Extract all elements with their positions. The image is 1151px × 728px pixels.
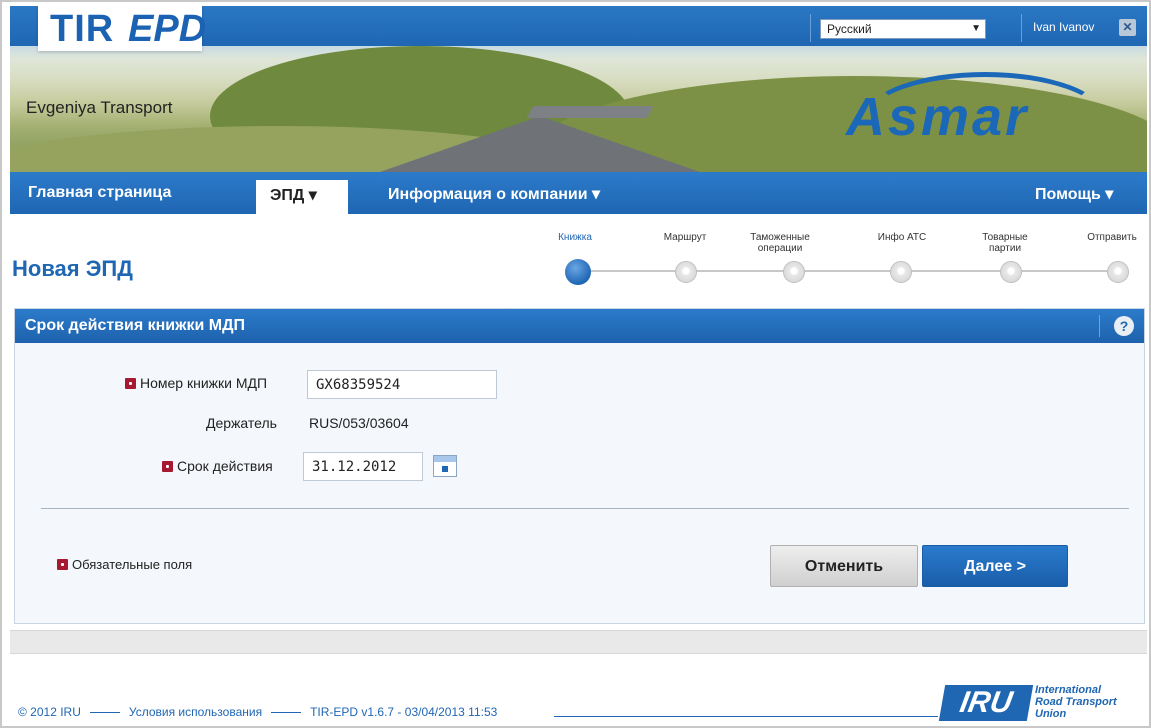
required-icon <box>57 559 68 570</box>
nav-home[interactable]: Главная страница <box>28 184 171 202</box>
app-window: TIR EPD Русский ▼ Ivan Ivanov ✕ Evgeniya… <box>0 0 1151 728</box>
book-number-label: Номер книжки МДП <box>125 375 267 391</box>
step-label-goods: Товарные партии <box>982 232 1028 254</box>
book-number-label-text: Номер книжки МДП <box>140 375 268 391</box>
footer-dash <box>271 712 302 714</box>
validity-date-input[interactable]: 31.12.2012 <box>303 452 423 481</box>
validity-label: Срок действия <box>162 458 273 474</box>
nav-company-info[interactable]: Информация о компании ▾ <box>388 184 600 204</box>
panel-title: Срок действия книжки МДП <box>25 317 245 334</box>
version-text: TIR-EPD v1.6.7 - 03/04/2013 11:53 <box>310 705 498 719</box>
topbar-divider <box>1021 14 1022 42</box>
terms-link[interactable]: Условия использования <box>129 705 262 719</box>
footer-dash <box>89 712 120 714</box>
logo-epd-text: EPD <box>128 8 207 50</box>
holder-label: Держатель <box>206 415 277 431</box>
road-image <box>340 116 740 173</box>
steps-track <box>582 270 1117 272</box>
panel-header-divider <box>1099 315 1100 337</box>
step-dot-goods[interactable] <box>1000 261 1022 283</box>
user-name-link[interactable]: Ivan Ivanov <box>1033 20 1094 34</box>
required-fields-note-text: Обязательные поля <box>72 557 193 572</box>
page-title: Новая ЭПД <box>12 256 133 281</box>
iru-logo[interactable]: IRU <box>938 685 1034 721</box>
help-icon[interactable]: ? <box>1114 316 1134 336</box>
holder-value: RUS/053/03604 <box>309 415 409 431</box>
panel-header: Срок действия книжки МДП ? <box>15 309 1144 343</box>
header-banner: TIR EPD Русский ▼ Ivan Ivanov ✕ Evgeniya… <box>10 6 1147 173</box>
book-number-input[interactable]: GX68359524 <box>307 370 497 399</box>
step-dot-send[interactable] <box>1107 261 1129 283</box>
main-nav: Главная страница ЭПД ▾ Информация о комп… <box>10 172 1147 214</box>
step-dot-route[interactable] <box>675 261 697 283</box>
language-select[interactable]: Русский ▼ <box>820 19 986 39</box>
step-dot-vehicle[interactable] <box>890 261 912 283</box>
required-icon <box>125 378 136 389</box>
logo-tir-text: TIR <box>50 8 115 50</box>
nav-epd-label: ЭПД ▾ <box>270 187 317 204</box>
language-select-value: Русский <box>827 22 872 36</box>
footer-bar <box>10 630 1147 654</box>
footer-line <box>554 716 938 717</box>
nav-epd[interactable]: ЭПД ▾ <box>256 180 348 214</box>
step-label-send: Отправить <box>1087 232 1137 243</box>
logout-icon[interactable]: ✕ <box>1119 19 1136 36</box>
required-icon <box>162 461 173 472</box>
step-dot-book[interactable] <box>565 259 591 285</box>
iru-line-1: International <box>1035 684 1102 696</box>
tir-validity-panel: Срок действия книжки МДП ? Номер книжки … <box>14 308 1145 624</box>
company-name: Evgeniya Transport <box>26 98 173 117</box>
required-fields-note: Обязательные поля <box>57 557 192 572</box>
cancel-button[interactable]: Отменить <box>770 545 918 587</box>
next-button[interactable]: Далее > <box>922 545 1068 587</box>
step-label-book: Книжка <box>558 232 592 243</box>
footer-links: © 2012 IRU Условия использования TIR-EPD v… <box>18 705 497 719</box>
nav-help[interactable]: Помощь ▾ <box>1035 184 1113 204</box>
iru-logo-text: International Road Transport Union <box>1035 684 1117 720</box>
road-image <box>526 106 654 118</box>
step-label-vehicle: Инфо АТС <box>877 232 927 243</box>
validity-label-text: Срок действия <box>177 458 273 474</box>
tir-epd-logo[interactable]: TIR EPD <box>38 6 206 51</box>
iru-line-3: Union <box>1035 708 1067 720</box>
asmar-logo: Asmar <box>846 87 1030 147</box>
topbar-divider <box>810 14 811 42</box>
step-label-route: Маршрут <box>663 232 707 243</box>
step-dot-customs[interactable] <box>783 261 805 283</box>
dropdown-arrow-icon: ▼ <box>971 23 981 34</box>
calendar-icon[interactable] <box>433 455 457 477</box>
panel-divider <box>41 508 1129 509</box>
step-label-customs: Таможенные операции <box>750 232 810 254</box>
copyright-text: © 2012 IRU <box>18 705 81 719</box>
iru-line-2: Road Transport <box>1035 696 1117 708</box>
